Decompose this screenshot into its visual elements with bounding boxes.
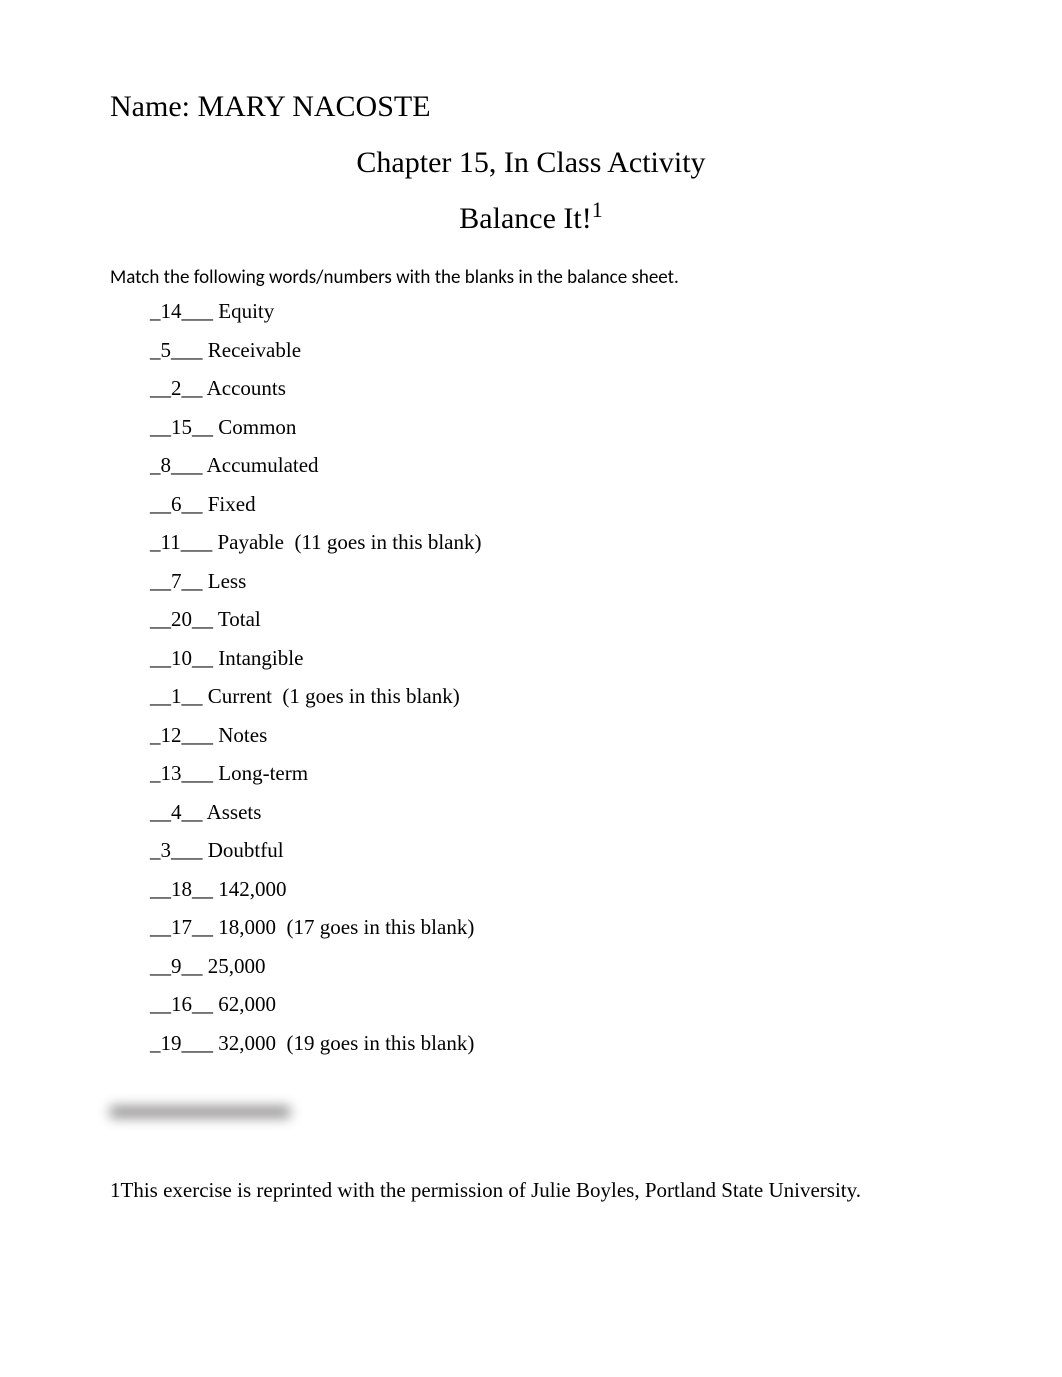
- list-item: __7__ Less: [150, 569, 952, 594]
- subtitle: Balance It!1: [110, 202, 952, 236]
- instructions: Match the following words/numbers with t…: [110, 266, 952, 289]
- blurred-region: [110, 1106, 290, 1118]
- list-item: _12___ Notes: [150, 723, 952, 748]
- list-item: __17__ 18,000 (17 goes in this blank): [150, 915, 952, 940]
- list-item: _5___ Receivable: [150, 338, 952, 363]
- list-item: __4__ Assets: [150, 800, 952, 825]
- superscript: 1: [592, 197, 603, 222]
- list-item: __10__ Intangible: [150, 646, 952, 671]
- footnote: 1This exercise is reprinted with the per…: [110, 1178, 952, 1203]
- list-item: _14___ Equity: [150, 299, 952, 324]
- list-item: __9__ 25,000: [150, 954, 952, 979]
- list-item: __16__ 62,000: [150, 992, 952, 1017]
- list-item: _3___ Doubtful: [150, 838, 952, 863]
- subtitle-text: Balance It!: [459, 202, 591, 235]
- list-item: _11___ Payable (11 goes in this blank): [150, 530, 952, 555]
- list-item: __15__ Common: [150, 415, 952, 440]
- items-list: _14___ Equity _5___ Receivable __2__ Acc…: [110, 299, 952, 1056]
- list-item: __1__ Current (1 goes in this blank): [150, 684, 952, 709]
- list-item: _19___ 32,000 (19 goes in this blank): [150, 1031, 952, 1056]
- list-item: __6__ Fixed: [150, 492, 952, 517]
- name-value: MARY NACOSTE: [197, 90, 430, 123]
- list-item: _8___ Accumulated: [150, 453, 952, 478]
- list-item: __18__ 142,000: [150, 877, 952, 902]
- name-line: Name: MARY NACOSTE: [110, 90, 952, 124]
- list-item: __2__ Accounts: [150, 376, 952, 401]
- list-item: _13___ Long-term: [150, 761, 952, 786]
- chapter-title: Chapter 15, In Class Activity: [110, 146, 952, 180]
- name-label: Name:: [110, 90, 190, 123]
- list-item: __20__ Total: [150, 607, 952, 632]
